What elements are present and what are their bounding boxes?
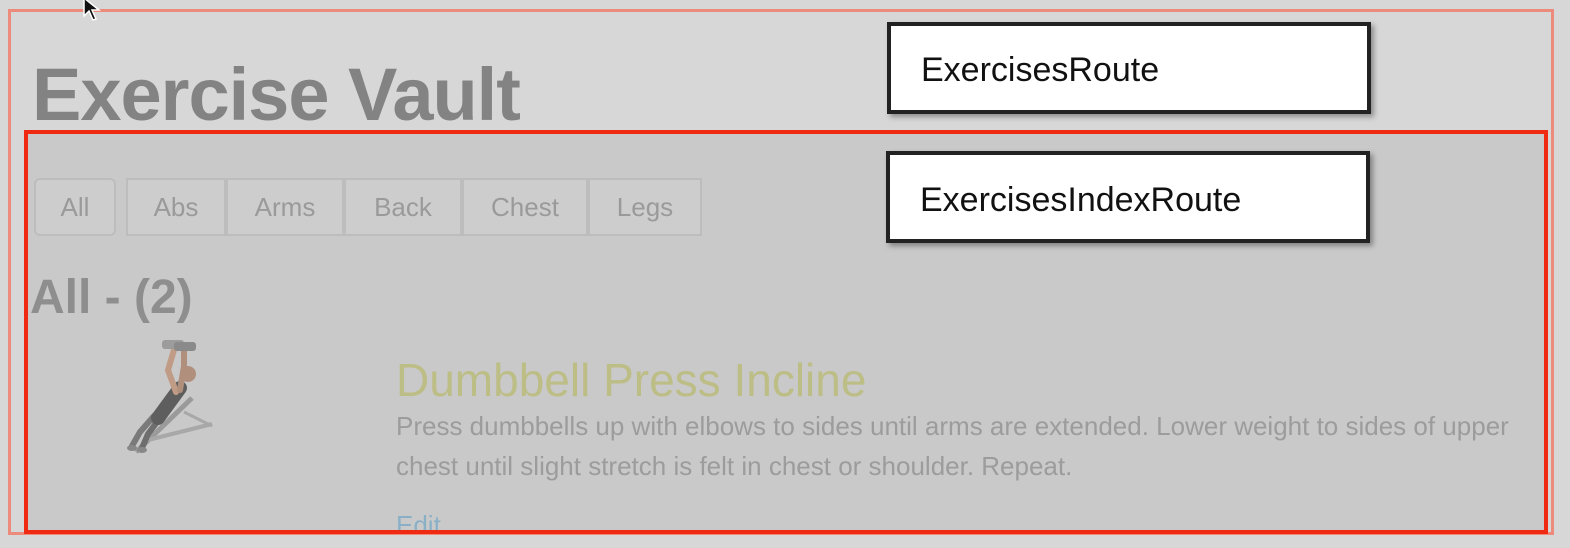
filter-abs-button[interactable]: Abs <box>126 178 226 236</box>
exercise-description: Press dumbbells up with elbows to sides … <box>396 411 1509 481</box>
exercise-illustration-icon <box>114 334 224 458</box>
filter-back-button[interactable]: Back <box>344 178 462 236</box>
filter-chest-button[interactable]: Chest <box>462 178 588 236</box>
exercise-title-link[interactable]: Dumbbell Press Incline <box>396 352 866 408</box>
section-heading: All - (2) <box>30 271 193 324</box>
exercises-route-callout: ExercisesRoute <box>887 22 1371 114</box>
screenshot-stage: Exercise Vault All Abs Arms Back Chest L… <box>0 0 1570 548</box>
page-title: Exercise Vault <box>32 53 521 136</box>
filter-arms-button[interactable]: Arms <box>226 178 344 236</box>
mouse-pointer-icon <box>82 0 104 22</box>
filter-legs-button[interactable]: Legs <box>588 178 702 236</box>
filter-all-button[interactable]: All <box>34 178 116 236</box>
edit-exercise-link[interactable]: Edit <box>396 508 441 530</box>
exercises-index-route-callout: ExercisesIndexRoute <box>886 151 1370 243</box>
